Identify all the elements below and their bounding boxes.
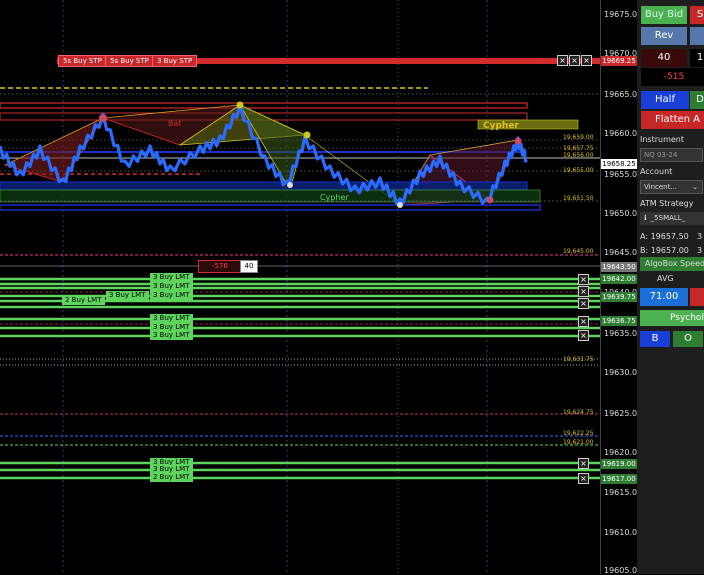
level-label: 19,655.00 <box>563 167 594 174</box>
quantity-field[interactable]: 1 <box>690 49 704 67</box>
reverse-button[interactable]: Rev <box>641 27 687 45</box>
price-tag: 19669.25 <box>601 56 637 66</box>
chart-trader-panel: Buy Bid S Rev 40 1 -515 Half D Flatten A… <box>637 0 704 574</box>
limit-order-tag[interactable]: 3 Buy LMT <box>150 291 193 300</box>
level-label: 19,645.00 <box>563 248 594 255</box>
price-tag: 19617.00 <box>601 474 637 484</box>
price-chart[interactable] <box>0 0 600 574</box>
cancel-order-icon[interactable]: × <box>578 298 589 309</box>
last-price-tag: 19658.25 <box>601 159 637 169</box>
flatten-button[interactable]: Flatten A <box>641 111 704 129</box>
pattern-label: Cypher <box>483 121 519 131</box>
limit-order-tag[interactable]: 3 Buy LMT <box>150 273 193 282</box>
sell-ask-button[interactable]: S <box>690 6 704 24</box>
ask-price: A: 19657.50 <box>640 232 689 241</box>
cancel-order-icon[interactable]: × <box>557 55 568 66</box>
price-axis[interactable]: 19675.00 19670.00 19665.00 19660.00 1965… <box>600 0 642 575</box>
cancel-order-icon[interactable]: × <box>569 55 580 66</box>
instrument-select[interactable]: NQ 03-24 <box>640 148 703 162</box>
psychology-button[interactable]: Psycholo <box>640 310 704 326</box>
level-label: 19,624.75 <box>563 409 594 416</box>
bid-price: B: 19657.00 <box>640 246 689 255</box>
pattern-label: Cypher <box>320 193 349 202</box>
level-label: 19,622.25 <box>563 430 594 437</box>
half-button[interactable]: Half <box>641 91 689 109</box>
d-button[interactable]: D <box>690 91 704 109</box>
level-label: 19,657.75 <box>563 145 594 152</box>
bid-qty: 3 <box>697 246 703 255</box>
level-label: 19,651.50 <box>563 195 594 202</box>
limit-order-tag[interactable]: 3 Buy LMT <box>106 291 149 300</box>
cancel-order-icon[interactable]: × <box>578 458 589 469</box>
account-label: Account <box>640 167 673 176</box>
level-label: 19,656.00 <box>563 152 594 159</box>
cancel-order-icon[interactable]: × <box>578 473 589 484</box>
price-tag: 19643.50 <box>601 262 637 272</box>
cancel-order-icon[interactable]: × <box>578 274 589 285</box>
price-tag: 19642.00 <box>601 274 637 284</box>
avg-price-value: 71.00 <box>640 288 688 306</box>
limit-order-tag[interactable]: 3 Buy LMT <box>150 282 193 291</box>
stop-order-tag[interactable]: 3 Buy STP <box>152 55 198 67</box>
algobox-speed-button[interactable]: AlgoBox Speed <box>640 257 704 271</box>
level-label: 19,631.75 <box>563 356 594 363</box>
b-button[interactable]: B <box>640 331 670 347</box>
o-button[interactable]: O <box>673 331 703 347</box>
limit-order-tag[interactable]: 2 Buy LMT <box>150 473 193 482</box>
limit-order-tag[interactable]: 3 Buy LMT <box>150 331 193 340</box>
instrument-label: Instrument <box>640 135 685 144</box>
unrealized-pnl: -515 <box>641 68 704 86</box>
close-button[interactable] <box>690 27 704 45</box>
cancel-order-icon[interactable]: × <box>578 286 589 297</box>
level-label: 19,659.00 <box>563 134 594 141</box>
price-tag: 19636.75 <box>601 316 637 326</box>
cancel-order-icon[interactable]: × <box>578 316 589 327</box>
price-tag: 19639.75 <box>601 292 637 302</box>
account-value: Vincent... <box>644 183 678 191</box>
chevron-down-icon: ⌄ <box>692 183 698 191</box>
level-label: 19,621.00 <box>563 439 594 446</box>
position-qty-badge[interactable]: 40 <box>240 260 258 273</box>
buy-bid-button[interactable]: Buy Bid <box>641 6 687 24</box>
atm-strategy-label: ATM Strategy <box>640 199 694 208</box>
cancel-order-icon[interactable]: × <box>578 330 589 341</box>
avg-label: AVG <box>657 274 674 283</box>
limit-order-tag[interactable]: 2 Buy LMT <box>62 296 105 305</box>
avg-side-indicator <box>690 288 704 306</box>
pnl-badge[interactable]: -576 <box>198 260 242 273</box>
account-select[interactable]: Vincent... ⌄ <box>640 180 703 194</box>
ask-qty: 3 <box>697 232 703 241</box>
price-tag: 19619.00 <box>601 459 637 469</box>
limit-order-tag[interactable]: 3 Buy LMT <box>150 314 193 323</box>
stop-order-tag[interactable]: 5s Buy STP <box>58 55 107 67</box>
pattern-label: Bat <box>168 119 182 128</box>
atm-strategy-select[interactable]: ℹ _5SMALL_ <box>640 212 704 225</box>
position-qty: 40 <box>641 49 687 67</box>
cancel-order-icon[interactable]: × <box>581 55 592 66</box>
info-icon: ℹ <box>644 214 647 222</box>
atm-strategy-value: _5SMALL_ <box>650 214 686 222</box>
stop-order-tag[interactable]: 5s Buy STP <box>105 55 154 67</box>
